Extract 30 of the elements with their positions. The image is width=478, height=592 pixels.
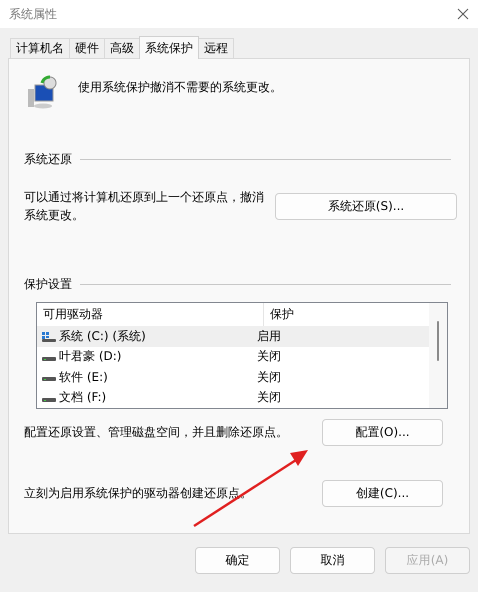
tab[interactable]: 系统保护 bbox=[139, 36, 199, 59]
section-heading: 保护设置 bbox=[24, 276, 72, 293]
configure-button[interactable]: 配置(O)... bbox=[322, 419, 443, 446]
section-heading: 系统还原 bbox=[24, 151, 72, 168]
protection-status: 关闭 bbox=[257, 348, 281, 366]
intro-text: 使用系统保护撤消不需要的系统更改。 bbox=[78, 79, 282, 96]
drive-row[interactable]: 叶君豪 (D:) 关闭 bbox=[37, 346, 429, 368]
tab[interactable]: 远程 bbox=[198, 38, 234, 58]
close-icon[interactable] bbox=[456, 7, 470, 21]
protection-status: 启用 bbox=[257, 328, 281, 346]
scrollbar-thumb[interactable] bbox=[437, 321, 439, 361]
drive-name: 系统 (C:) (系统) bbox=[59, 328, 146, 346]
computer-restore-icon bbox=[26, 75, 58, 111]
create-button[interactable]: 创建(C)... bbox=[322, 480, 443, 507]
restore-description: 可以通过将计算机还原到上一个还原点，撤消系统更改。 bbox=[24, 189, 264, 224]
configure-description: 配置还原设置、管理磁盘空间，并且删除还原点。 bbox=[24, 424, 288, 441]
dialog-button[interactable]: 确定 bbox=[195, 547, 280, 574]
system-drive-icon bbox=[42, 332, 56, 342]
drive-name: 文档 (F:) bbox=[59, 389, 106, 406]
drive-name: 叶君豪 (D:) bbox=[59, 348, 122, 366]
window-title: 系统属性 bbox=[9, 6, 57, 22]
drive-row[interactable]: 文档 (F:) 关闭 bbox=[37, 388, 429, 408]
tab[interactable]: 计算机名 bbox=[10, 38, 70, 58]
system-restore-button[interactable]: 系统还原(S)... bbox=[275, 192, 457, 220]
protection-status: 关闭 bbox=[257, 368, 281, 386]
dialog-button[interactable]: 取消 bbox=[290, 547, 375, 574]
drive-name: 软件 (E:) bbox=[59, 368, 108, 386]
protection-status: 关闭 bbox=[257, 389, 281, 406]
drive-row[interactable]: 软件 (E:) 关闭 bbox=[37, 367, 429, 388]
column-header[interactable]: 保护 bbox=[264, 303, 294, 326]
